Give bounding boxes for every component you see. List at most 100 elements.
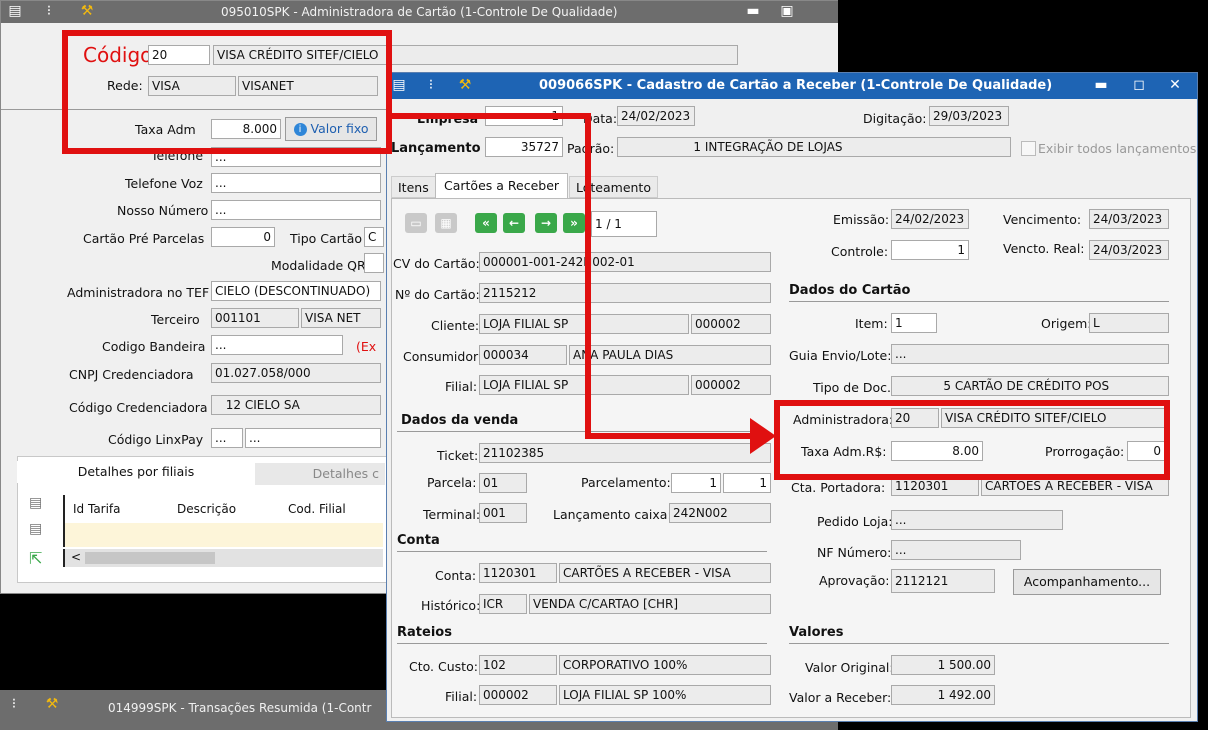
num-cartao-label: Nº do Cartão: [395, 287, 480, 302]
minimize-icon[interactable]: ▬ [745, 3, 761, 19]
menu-icon-front[interactable]: ▤ [391, 77, 407, 93]
front-window-titlebar[interactable]: ▤ ⁝ ⚒ 009066SPK - Cadastro de Cartão a R… [387, 73, 1197, 99]
valores-line [789, 643, 1169, 644]
grid-add-icon[interactable]: ▤ [29, 495, 42, 511]
traffic-light-icon-front[interactable]: ⁝ [423, 77, 439, 93]
telefone-voz-field[interactable]: ... [211, 173, 381, 193]
minimize-icon-front[interactable]: ▬ [1093, 77, 1109, 93]
traffic-light-icon-2[interactable]: ⁝ [6, 696, 22, 712]
tipo-doc-field[interactable]: 5 CARTÃO DE CRÉDITO POS [891, 376, 1169, 396]
adm-tef-field[interactable]: CIELO (DESCONTINUADO) [211, 281, 381, 301]
wrench-icon[interactable]: ⚒ [79, 3, 95, 19]
col-cod-filial[interactable]: Cod. Filial [288, 502, 346, 516]
grid-new-row[interactable] [63, 523, 383, 547]
pedido-loja-field[interactable]: ... [891, 510, 1063, 530]
cliente-code-field[interactable]: 000002 [691, 314, 771, 334]
cartao-pre-field[interactable]: 0 [211, 227, 275, 247]
cto-custo-code-field[interactable]: 102 [479, 655, 557, 675]
cod-credenciadora-field[interactable]: 12 CIELO SA [211, 395, 381, 415]
item-field[interactable]: 1 [891, 313, 937, 333]
parcelamento-field-1[interactable]: 1 [671, 473, 721, 493]
traffic-light-icon[interactable]: ⁝ [41, 3, 57, 19]
digitacao-field[interactable]: 29/03/2023 [929, 106, 1009, 126]
vencto-real-field[interactable]: 24/03/2023 [1089, 240, 1169, 260]
tipo-doc-desc: CARTÃO DE CRÉDITO POS [954, 379, 1110, 393]
terceiro-code-field[interactable]: 001101 [211, 308, 299, 328]
wrench-icon-2[interactable]: ⚒ [44, 696, 60, 712]
consumidor-code-field[interactable]: 000034 [479, 345, 567, 365]
nav-first-icon[interactable]: « [475, 213, 497, 233]
acompanhamento-button[interactable]: Acompanhamento... [1013, 569, 1161, 595]
valor-original-label: Valor Original: [805, 660, 894, 675]
parcelamento-field-2[interactable]: 1 [723, 473, 771, 493]
scroll-left-icon[interactable]: < [71, 550, 81, 564]
tab-cartoes-receber[interactable]: Cartões a Receber [435, 173, 569, 199]
filial-label: Filial: [445, 379, 478, 394]
tipo-cartao-field[interactable]: C [364, 227, 384, 247]
padrao-code: 1 [693, 140, 701, 154]
menu-icon[interactable]: ▤ [7, 3, 23, 19]
filial-field[interactable]: LOJA FILIAL SP [479, 375, 689, 395]
padrao-field[interactable]: 1 INTEGRAÇÃO DE LOJAS [617, 137, 1011, 157]
ticket-field[interactable]: 21102385 [479, 443, 771, 463]
rateios-line [397, 643, 767, 644]
vencimento-field[interactable]: 24/03/2023 [1089, 209, 1169, 229]
telefone-voz-label: Telefone Voz [125, 176, 203, 191]
historico-code-field[interactable]: ICR [479, 594, 527, 614]
codigo-bandeira-field[interactable]: ... [211, 335, 343, 355]
pedido-loja-label: Pedido Loja: [817, 514, 893, 529]
wrench-icon-front[interactable]: ⚒ [457, 77, 473, 93]
maximize-icon-front[interactable]: ◻ [1131, 77, 1147, 93]
nav-grid-icon[interactable]: ▦ [435, 213, 457, 233]
tipo-doc-code: 5 [943, 379, 951, 393]
data-field[interactable]: 24/02/2023 [617, 106, 695, 126]
valor-original-field: 1 500.00 [891, 655, 995, 675]
origem-field[interactable]: L [1089, 313, 1169, 333]
nav-print-icon[interactable]: ▭ [405, 213, 427, 233]
lanc-caixa-field[interactable]: 242N002 [669, 503, 771, 523]
rateio-filial-code-field[interactable]: 000002 [479, 685, 557, 705]
dados-cartao-heading: Dados do Cartão [789, 283, 911, 298]
linxpay-field-1[interactable]: ... [211, 428, 243, 448]
modalidade-qr-field[interactable] [364, 253, 384, 273]
tab-detalhes-filiais[interactable]: Detalhes por filiais [17, 461, 255, 483]
empresa-field[interactable]: 1 [485, 106, 563, 126]
aprovacao-field[interactable]: 2112121 [891, 569, 995, 593]
tab-itens[interactable]: Itens [391, 176, 436, 198]
padrao-label: Padrão: [567, 141, 615, 156]
tab-detalhes-c[interactable]: Detalhes c [255, 463, 385, 485]
guia-field[interactable]: ... [891, 344, 1169, 364]
item-label: Item: [855, 316, 888, 331]
num-cartao-field[interactable]: 2115212 [479, 283, 771, 303]
grid-scrollbar[interactable]: < [63, 549, 383, 567]
nf-numero-field[interactable]: ... [891, 540, 1021, 560]
col-descricao[interactable]: Descrição [177, 502, 236, 516]
grid-edit-icon[interactable]: ▤ [29, 521, 42, 537]
back-window-titlebar[interactable]: ▤ ⁝ ⚒ 095010SPK - Administradora de Cart… [1, 1, 839, 23]
tab-loteamento[interactable]: Loteamento [569, 176, 658, 198]
parcela-field[interactable]: 01 [479, 473, 527, 493]
grid-export-icon[interactable]: ⇱ [29, 549, 42, 568]
maximize-icon[interactable]: ▣ [779, 3, 795, 19]
exibir-checkbox[interactable] [1021, 141, 1036, 156]
origem-label: Origem: [1041, 316, 1092, 331]
nav-last-icon[interactable]: » [563, 213, 585, 233]
filial-code-field[interactable]: 000002 [691, 375, 771, 395]
nav-prev-icon[interactable]: ← [503, 213, 525, 233]
close-icon-front[interactable]: ✕ [1167, 77, 1183, 93]
cliente-field[interactable]: LOJA FILIAL SP [479, 314, 689, 334]
terminal-field[interactable]: 001 [479, 503, 527, 523]
nav-next-icon[interactable]: → [535, 213, 557, 233]
col-id-tarifa[interactable]: Id Tarifa [73, 502, 121, 516]
emissao-field[interactable]: 24/02/2023 [891, 209, 969, 229]
empresa-label: Empresa [417, 111, 479, 126]
nosso-numero-field[interactable]: ... [211, 200, 381, 220]
scroll-thumb[interactable] [85, 552, 215, 564]
controle-field[interactable]: 1 [891, 240, 969, 260]
cnpj-field[interactable]: 01.027.058/000 [211, 363, 381, 383]
conta-code-field[interactable]: 1120301 [479, 563, 557, 583]
cv-field[interactable]: 000001-001-242N002-01 [479, 252, 771, 272]
linxpay-field-2[interactable]: ... [245, 428, 381, 448]
emissao-label: Emissão: [833, 212, 890, 227]
lancamento-field[interactable]: 35727 [485, 137, 563, 157]
